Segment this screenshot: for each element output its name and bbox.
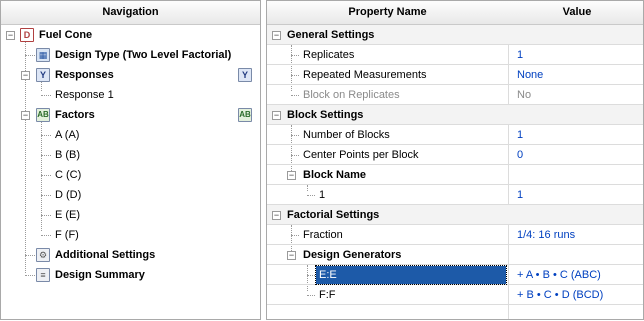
property-row-number-of-blocks[interactable]: Number of Blocks 1 (267, 125, 643, 145)
collapse-icon[interactable]: − (272, 31, 281, 40)
navigation-header: Navigation (1, 1, 260, 25)
tree-item-factor[interactable]: D (D) (1, 185, 260, 205)
navigation-panel: Navigation − D Fuel Cone ▦ Design Type (… (0, 0, 261, 320)
property-row-replicates[interactable]: Replicates 1 (267, 45, 643, 65)
tree-item-design-summary[interactable]: ≡ Design Summary (1, 265, 260, 285)
section-general-settings[interactable]: − General Settings (267, 25, 643, 45)
doc-icon: D (20, 28, 34, 42)
subsection-label: Block Name (303, 169, 366, 181)
property-value[interactable]: None (517, 65, 543, 85)
property-row-generator-e[interactable]: E:E + A • B • C (ABC) (267, 265, 643, 285)
factor-item-label: B (B) (55, 149, 81, 161)
property-label: F:F (319, 289, 336, 301)
property-row-repeated-measurements[interactable]: Repeated Measurements None (267, 65, 643, 85)
collapse-icon[interactable]: − (6, 31, 15, 40)
property-value[interactable]: + A • B • C (ABC) (517, 265, 601, 285)
property-value[interactable]: 1 (517, 45, 523, 65)
tree-item-design-type[interactable]: ▦ Design Type (Two Level Factorial) (1, 45, 260, 65)
collapse-icon[interactable]: − (287, 251, 296, 260)
tree-item-factor[interactable]: B (B) (1, 145, 260, 165)
collapse-icon[interactable]: − (272, 211, 281, 220)
responses-label: Responses (55, 69, 114, 81)
tree-item-factor[interactable]: E (E) (1, 205, 260, 225)
property-label: Center Points per Block (303, 149, 419, 161)
property-name-header: Property Name (348, 6, 427, 18)
additional-settings-label: Additional Settings (55, 249, 156, 261)
section-factorial-settings[interactable]: − Factorial Settings (267, 205, 643, 225)
property-row-fraction[interactable]: Fraction 1/4: 16 runs (267, 225, 643, 245)
tree-item-factor[interactable]: F (F) (1, 225, 260, 245)
factor-item-label: A (A) (55, 129, 80, 141)
section-block-settings[interactable]: − Block Settings (267, 105, 643, 125)
tree-item-factor[interactable]: A (A) (1, 125, 260, 145)
property-row-generator-f[interactable]: F:F + B • C • D (BCD) (267, 285, 643, 305)
tree-item-factor[interactable]: C (C) (1, 165, 260, 185)
property-value[interactable]: + B • C • D (BCD) (517, 285, 603, 305)
collapse-icon[interactable]: − (272, 111, 281, 120)
tree-root-row[interactable]: − D Fuel Cone (1, 25, 260, 45)
property-row-block-on-replicates: Block on Replicates No (267, 85, 643, 105)
design-type-label: Design Type (Two Level Factorial) (55, 49, 232, 61)
property-label: Replicates (303, 49, 355, 61)
tree-item-factors[interactable]: − AB Factors AB (1, 105, 260, 125)
property-row-block-name[interactable]: − Block Name (267, 165, 643, 185)
section-label: Block Settings (287, 109, 364, 121)
collapse-icon[interactable]: − (21, 71, 30, 80)
factor-item-label: E (E) (55, 209, 81, 221)
subsection-label: Design Generators (303, 249, 402, 261)
property-label: Fraction (303, 229, 343, 241)
property-row-block-name-item[interactable]: 1 1 (267, 185, 643, 205)
properties-panel: Property Name Value − General Settings R… (266, 0, 644, 320)
property-value[interactable]: 0 (517, 145, 523, 165)
tree-root-label: Fuel Cone (39, 29, 93, 41)
collapse-icon[interactable]: − (287, 171, 296, 180)
property-label: 1 (319, 189, 326, 201)
tree-item-responses[interactable]: − Y Responses Y (1, 65, 260, 85)
value-header: Value (562, 6, 592, 18)
property-value[interactable]: 1/4: 16 runs (517, 225, 575, 245)
property-row-design-generators[interactable]: − Design Generators (267, 245, 643, 265)
response-item-label: Response 1 (55, 89, 114, 101)
tree-item-response-1[interactable]: Response 1 (1, 85, 260, 105)
property-value[interactable]: 1 (517, 185, 523, 205)
factor-item-label: D (D) (55, 189, 82, 201)
tree-item-additional-settings[interactable]: ⚙ Additional Settings (1, 245, 260, 265)
property-value[interactable]: 1 (517, 125, 523, 145)
properties-header: Property Name Value (267, 1, 643, 25)
factors-icon: AB (36, 108, 50, 122)
factor-item-label: C (C) (55, 169, 82, 181)
section-label: Factorial Settings (287, 209, 380, 221)
factors-label: Factors (55, 109, 95, 121)
collapse-icon[interactable]: − (21, 111, 30, 120)
factor-item-label: F (F) (55, 229, 79, 241)
add-factor-icon[interactable]: AB (238, 108, 252, 122)
generator-label-selected[interactable]: E:E (315, 265, 507, 285)
add-response-icon[interactable]: Y (238, 68, 252, 82)
property-value: No (517, 89, 532, 101)
responses-icon: Y (36, 68, 50, 82)
property-label: Block on Replicates (303, 89, 400, 101)
design-summary-label: Design Summary (55, 269, 145, 281)
property-label: Repeated Measurements (303, 69, 427, 81)
section-label: General Settings (287, 29, 375, 41)
summary-icon: ≡ (36, 268, 50, 282)
design-icon: ▦ (36, 48, 50, 62)
settings-icon: ⚙ (36, 248, 50, 262)
property-row-center-points[interactable]: Center Points per Block 0 (267, 145, 643, 165)
property-label: Number of Blocks (303, 129, 390, 141)
